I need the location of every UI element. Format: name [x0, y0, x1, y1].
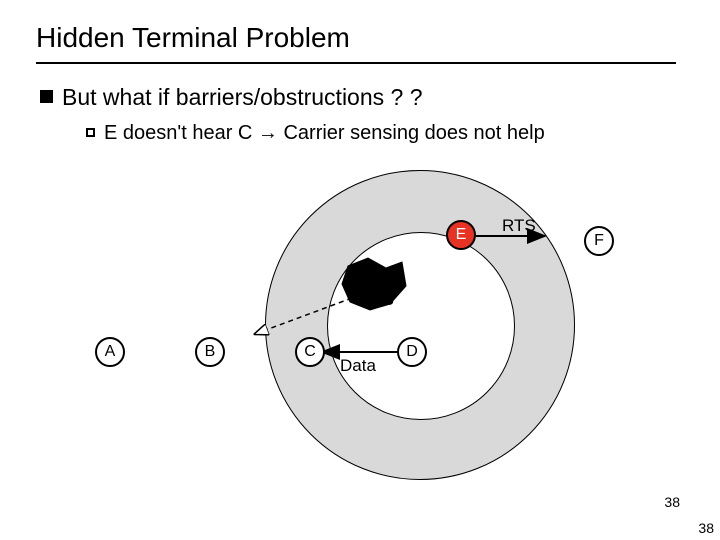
title-rule [36, 62, 676, 64]
node-f: F [584, 226, 614, 256]
arrow-cts [255, 298, 352, 334]
arrow-icon: → [258, 122, 278, 144]
bullet2-pre: E doesn't hear C [104, 122, 258, 144]
bullet-level-2: E doesn't hear C → Carrier sensing does … [86, 122, 545, 145]
hollow-square-bullet-icon [86, 128, 95, 137]
node-b: B [195, 337, 225, 367]
page-number-inner: 38 [664, 494, 680, 510]
node-a: A [95, 337, 125, 367]
node-c: C [295, 337, 325, 367]
bullet1-text: But what if barriers/obstructions ? ? [62, 84, 423, 110]
node-e: E [446, 220, 476, 250]
bullet2-post: Carrier sensing does not help [278, 122, 545, 144]
diagram: A B C D E F CTS RTS Data [60, 160, 600, 480]
bullet-level-1: But what if barriers/obstructions ? ? [40, 84, 423, 111]
square-bullet-icon [40, 90, 53, 103]
label-cts: CTS [360, 290, 394, 310]
node-d: D [397, 337, 427, 367]
arrows-layer [60, 160, 600, 480]
label-rts: RTS [502, 216, 536, 236]
page-number-outer: 38 [698, 520, 714, 536]
label-data: Data [340, 356, 376, 376]
slide-title: Hidden Terminal Problem [36, 22, 350, 54]
slide: Hidden Terminal Problem But what if barr… [0, 0, 720, 540]
